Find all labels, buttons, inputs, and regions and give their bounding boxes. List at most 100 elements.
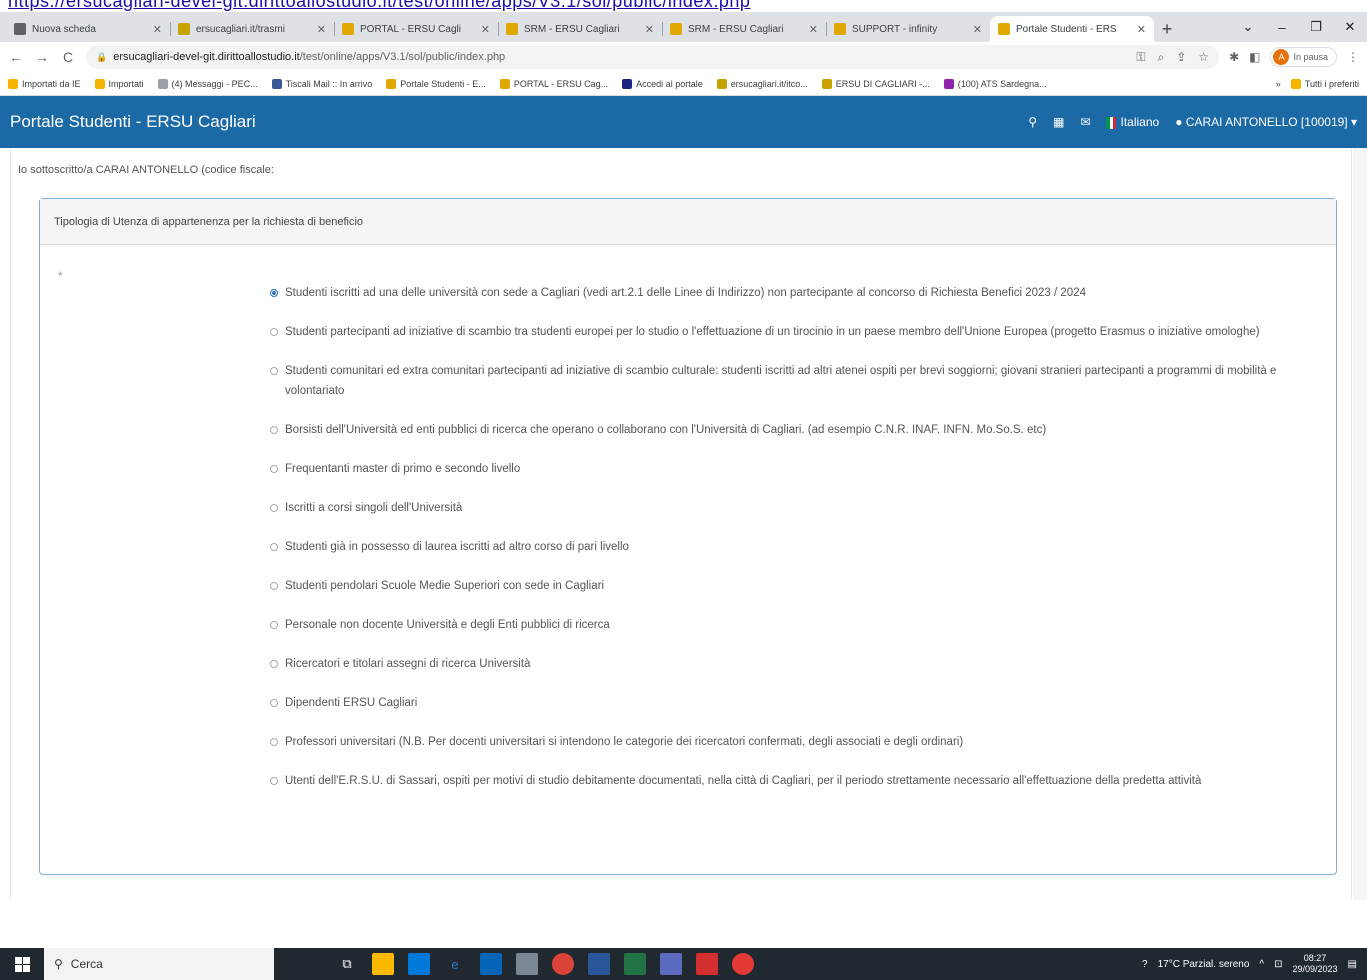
user-menu[interactable]: ● CARAI ANTONELLO [100019] ▾ — [1175, 115, 1357, 129]
file-explorer-icon[interactable] — [516, 953, 538, 975]
new-tab-button[interactable]: + — [1154, 16, 1180, 42]
browser-tab[interactable]: Nuova scheda ✕ — [6, 16, 170, 42]
edge-icon[interactable]: e — [444, 953, 466, 975]
close-window-button[interactable]: ✕ — [1333, 12, 1367, 42]
minimize-button[interactable]: – — [1265, 12, 1299, 42]
notifications-icon[interactable]: ▤ — [1348, 959, 1357, 970]
more-bookmarks-icon[interactable]: » — [1276, 79, 1281, 89]
user-type-option[interactable]: Ricercatori e titolari assegni di ricerc… — [270, 654, 1320, 674]
radio-button[interactable] — [270, 543, 278, 551]
bookmark-item[interactable]: ersucagliari.it/itco... — [716, 78, 808, 89]
user-type-option[interactable]: Professori universitari (N.B. Per docent… — [270, 732, 1320, 752]
radio-button[interactable] — [270, 777, 278, 785]
excel-icon[interactable] — [624, 953, 646, 975]
lock-icon[interactable]: 🔒 — [96, 52, 107, 63]
tab-close-icon[interactable]: ✕ — [153, 23, 162, 36]
notes-icon[interactable] — [660, 953, 682, 975]
outlook-icon[interactable] — [480, 953, 502, 975]
user-type-option[interactable]: Personale non docente Università e degli… — [270, 615, 1320, 635]
task-view-icon[interactable]: ⧉ — [336, 953, 358, 975]
all-bookmarks[interactable]: Tutti i preferiti — [1290, 78, 1359, 89]
radio-button[interactable] — [270, 660, 278, 668]
key-icon[interactable]: ⚿ — [1136, 50, 1145, 65]
menu-icon[interactable]: ⋮ — [1347, 50, 1359, 64]
share-icon[interactable]: ⇪ — [1176, 50, 1186, 65]
mail-icon[interactable]: ✉ — [1080, 115, 1090, 129]
bookmark-item[interactable]: Portale Studenti - E... — [386, 78, 486, 89]
bookmark-label: Portale Studenti - E... — [400, 78, 486, 89]
browser-tab[interactable]: SRM - ERSU Cagliari ✕ — [498, 16, 662, 42]
user-type-option[interactable]: Frequentanti master di primo e secondo l… — [270, 459, 1320, 479]
url-field[interactable]: 🔒 ersucagliari-devel-git.dirittoallostud… — [86, 45, 1220, 69]
acrobat-icon[interactable] — [696, 953, 718, 975]
user-type-option[interactable]: Studenti iscritti ad una delle universit… — [270, 283, 1320, 303]
reload-icon[interactable]: C — [60, 49, 76, 65]
radio-button[interactable] — [270, 367, 278, 375]
user-type-option[interactable]: Studenti comunitari ed extra comunitari … — [270, 361, 1320, 401]
bookmark-item[interactable]: (100) ATS Sardegna... — [943, 78, 1047, 89]
system-clock[interactable]: 08:27 29/09/2023 — [1293, 953, 1338, 975]
browser-tab[interactable]: PORTAL - ERSU Cagli ✕ — [334, 16, 498, 42]
radio-button[interactable] — [270, 738, 278, 746]
bookmark-item[interactable]: Accedi al portale — [622, 78, 703, 89]
user-type-option[interactable]: Studenti partecipanti ad iniziative di s… — [270, 322, 1320, 342]
user-type-option[interactable]: Studenti pendolari Scuole Medie Superior… — [270, 576, 1320, 596]
user-type-option[interactable]: Studenti già in possesso di laurea iscri… — [270, 537, 1320, 557]
user-type-option[interactable]: Dipendenti ERSU Cagliari — [270, 693, 1320, 713]
tab-close-icon[interactable]: ✕ — [481, 23, 490, 36]
tab-close-icon[interactable]: ✕ — [645, 23, 654, 36]
radio-button[interactable] — [270, 582, 278, 590]
weather-widget[interactable]: 17°C Parzial. sereno — [1158, 959, 1250, 970]
user-type-option[interactable]: Borsisti dell'Università ed enti pubblic… — [270, 420, 1320, 440]
bookmark-item[interactable]: ERSU DI CAGLIARI -... — [821, 78, 930, 89]
browser-tab[interactable]: ersucagliari.it/trasmi ✕ — [170, 16, 334, 42]
radio-button[interactable] — [270, 289, 278, 297]
user-type-option[interactable]: Utenti dell'E.R.S.U. di Sassari, ospiti … — [270, 771, 1320, 791]
mail-app-icon[interactable] — [408, 953, 430, 975]
language-selector[interactable]: Italiano — [1106, 115, 1159, 129]
sidepanel-icon[interactable]: ◧ — [1249, 50, 1260, 64]
user-type-option[interactable]: Iscritti a corsi singoli dell'Università — [270, 498, 1320, 518]
start-button[interactable] — [0, 956, 44, 972]
radio-button[interactable] — [270, 328, 278, 336]
top-link-text[interactable]: https://ersucagliari-devel-git.dirittoal… — [8, 0, 750, 12]
browser-tab[interactable]: Portale Studenti - ERS ✕ — [990, 16, 1154, 42]
antivirus-icon[interactable] — [732, 953, 754, 975]
extensions-icon[interactable]: ✱ — [1229, 50, 1239, 64]
restore-button[interactable]: ❐ — [1299, 12, 1333, 42]
bookmark-item[interactable]: PORTAL - ERSU Cag... — [499, 78, 608, 89]
calculator-icon[interactable] — [372, 953, 394, 975]
tab-close-icon[interactable]: ✕ — [973, 23, 982, 36]
tab-close-icon[interactable]: ✕ — [1137, 23, 1146, 36]
bookmark-star-icon[interactable]: ☆ — [1198, 50, 1209, 65]
tab-close-icon[interactable]: ✕ — [809, 23, 818, 36]
page-scrollbar[interactable] — [1353, 148, 1367, 900]
bookmark-item[interactable]: (4) Messaggi - PEC... — [157, 78, 258, 89]
search-icon[interactable]: ⚲ — [1028, 115, 1037, 129]
radio-button[interactable] — [270, 699, 278, 707]
profile-button[interactable]: A In pausa — [1270, 47, 1337, 67]
radio-button[interactable] — [270, 504, 278, 512]
bookmark-item[interactable]: Tiscali Mail :: In arrivo — [271, 78, 372, 89]
help-icon[interactable]: ? — [1142, 959, 1148, 970]
forward-icon[interactable]: → — [34, 49, 50, 65]
word-icon[interactable] — [588, 953, 610, 975]
chrome-icon[interactable] — [552, 953, 574, 975]
calendar-icon[interactable]: ▦ — [1053, 115, 1064, 129]
taskbar-search[interactable]: ⚲ Cerca — [44, 948, 274, 980]
network-icon[interactable]: ⊡ — [1274, 959, 1282, 970]
zoom-icon[interactable]: ⌕ — [1158, 50, 1165, 65]
radio-button[interactable] — [270, 426, 278, 434]
bookmark-item[interactable]: Importati da IE — [8, 78, 81, 89]
browser-tab[interactable]: SUPPORT - infinity ✕ — [826, 16, 990, 42]
browser-tab[interactable]: SRM - ERSU Cagliari ✕ — [662, 16, 826, 42]
tray-chevron-icon[interactable]: ^ — [1259, 959, 1264, 970]
tab-search-icon[interactable]: ⌄ — [1231, 12, 1265, 42]
radio-button[interactable] — [270, 465, 278, 473]
bookmark-item[interactable]: Importati — [94, 78, 144, 89]
tab-close-icon[interactable]: ✕ — [317, 23, 326, 36]
radio-button[interactable] — [270, 621, 278, 629]
top-link-strip[interactable]: https://ersucagliari-devel-git.dirittoal… — [0, 0, 1367, 12]
back-icon[interactable]: ← — [8, 49, 24, 65]
portal-brand[interactable]: Portale Studenti - ERSU Cagliari — [10, 112, 256, 132]
